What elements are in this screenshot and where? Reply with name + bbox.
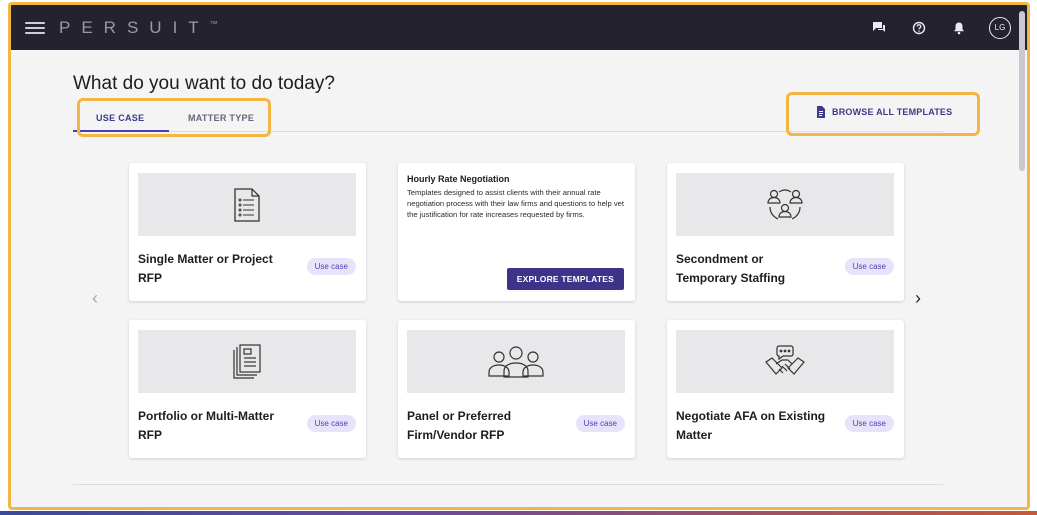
page-title: What do you want to do today?	[73, 73, 335, 94]
bottom-accent-strip	[0, 511, 1037, 515]
card-title: Hourly Rate Negotiation	[407, 174, 510, 184]
card-hourly-rate-negotiation[interactable]: Hourly Rate Negotiation Templates design…	[398, 163, 635, 301]
explore-templates-button[interactable]: EXPLORE TEMPLATES	[506, 268, 624, 290]
browse-highlight-box	[786, 92, 980, 136]
top-navigation-bar: PERSUIT™ LG	[11, 5, 1027, 50]
use-case-badge: Use case	[844, 415, 894, 432]
use-case-badge: Use case	[844, 258, 894, 275]
use-case-badge: Use case	[306, 415, 356, 432]
card-illustration	[407, 330, 625, 393]
use-case-badge: Use case	[575, 415, 625, 432]
card-portfolio-rfp[interactable]: Portfolio or Multi-Matter RFP Use case	[129, 320, 366, 458]
card-illustration	[138, 330, 356, 393]
chat-icon[interactable]	[869, 18, 889, 38]
help-icon[interactable]	[909, 18, 929, 38]
app-logo[interactable]: PERSUIT™	[59, 18, 218, 38]
card-panel-preferred-rfp[interactable]: Panel or Preferred Firm/Vendor RFP Use c…	[398, 320, 635, 458]
card-title: Panel or Preferred Firm/Vendor RFP	[407, 409, 512, 442]
card-secondment-staffing[interactable]: Secondment or Temporary Staffing Use cas…	[667, 163, 904, 301]
menu-icon[interactable]	[25, 21, 45, 34]
people-cycle-icon	[767, 188, 803, 220]
tabs-highlight-box	[77, 98, 271, 137]
vertical-scrollbar[interactable]	[1019, 11, 1025, 171]
group-people-icon	[488, 345, 544, 378]
carousel-prev-arrow[interactable]: ‹	[92, 288, 98, 309]
section-divider	[73, 484, 943, 485]
card-description: Templates designed to assist clients wit…	[407, 188, 624, 219]
stacked-documents-icon	[233, 343, 261, 379]
handshake-icon	[765, 344, 805, 375]
document-list-icon	[234, 187, 260, 222]
card-title: Negotiate AFA on Existing Matter	[676, 409, 826, 442]
card-single-matter-rfp[interactable]: Single Matter or Project RFP Use case	[129, 163, 366, 301]
carousel-next-arrow[interactable]: ›	[915, 288, 921, 309]
notification-bell-icon[interactable]	[949, 18, 969, 38]
use-case-badge: Use case	[306, 258, 356, 275]
card-illustration	[676, 330, 894, 393]
card-illustration	[138, 173, 356, 236]
user-avatar[interactable]: LG	[989, 16, 1011, 39]
card-title: Portfolio or Multi-Matter RFP	[138, 409, 274, 442]
card-title: Single Matter or Project RFP	[138, 252, 273, 285]
card-title: Secondment or Temporary Staffing	[676, 252, 786, 285]
card-negotiate-afa[interactable]: Negotiate AFA on Existing Matter Use cas…	[667, 320, 904, 458]
card-illustration	[676, 173, 894, 236]
